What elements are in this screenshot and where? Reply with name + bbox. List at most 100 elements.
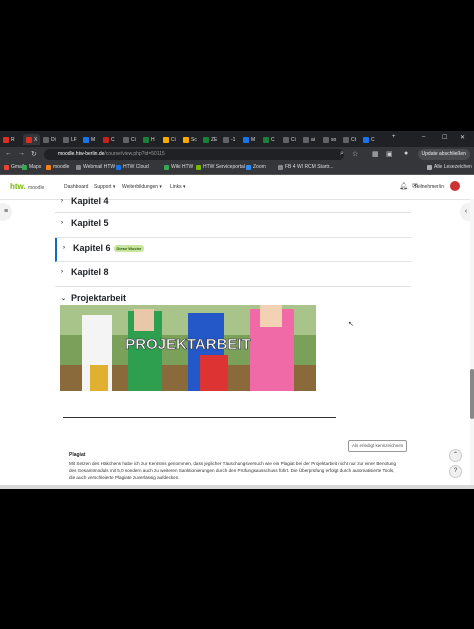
- section-kapitel-4[interactable]: › Kapitel 4: [55, 196, 411, 213]
- bookmarks-bar: Gmail Maps moodle Webmail HTW HTW Cloud Wiki …: [0, 162, 474, 175]
- plagiat-text: Mit Setzen des Häkchens habe ich zur Ken…: [69, 461, 397, 480]
- user-name[interactable]: Teilnehmer/in: [414, 184, 444, 190]
- tab-favicon-icon: [203, 136, 209, 143]
- bookmark-item[interactable]: HTW Serviceportal: [196, 164, 245, 170]
- maximize-icon[interactable]: ☐: [442, 134, 447, 141]
- bookmark-label: HTW Serviceportal: [203, 164, 245, 170]
- chevron-right-icon[interactable]: ›: [61, 198, 63, 204]
- tab-favicon-icon: [323, 136, 329, 143]
- bookmark-label: Zoom: [253, 164, 266, 170]
- tab-label: Ci: [171, 136, 176, 143]
- browser-tab[interactable]: Ct: [343, 134, 356, 145]
- tab-label: ZE: [211, 136, 218, 143]
- star-icon[interactable]: ☆: [352, 150, 358, 158]
- nav-links[interactable]: Links ▾: [170, 184, 186, 190]
- htw-logo[interactable]: htw. moodle: [10, 182, 44, 191]
- chevron-right-icon[interactable]: ›: [63, 245, 65, 251]
- tab-label: X: [34, 136, 38, 143]
- tab-label: Sc: [191, 136, 197, 143]
- chevron-right-icon[interactable]: ›: [61, 269, 63, 275]
- browser-tab[interactable]: M: [83, 134, 95, 145]
- scrollbar-thumb[interactable]: [470, 369, 474, 419]
- browser-tab[interactable]: R: [3, 134, 15, 145]
- browser-tab[interactable]: so: [323, 134, 336, 145]
- tab-favicon-icon: [303, 136, 309, 143]
- section-title[interactable]: Kapitel 4: [71, 196, 109, 206]
- url-path: /course/view.php?id=50115: [104, 151, 165, 157]
- tab-label: R: [11, 136, 15, 143]
- section-title[interactable]: Projektarbeit: [71, 293, 126, 303]
- tab-add-icon[interactable]: +: [392, 134, 396, 140]
- course-index-toggle-icon[interactable]: ≡: [0, 203, 12, 221]
- url-host: moodle.htw-berlin.de: [58, 151, 105, 157]
- back-icon[interactable]: ←: [5, 150, 12, 157]
- mouse-cursor-icon: ↖: [348, 321, 354, 328]
- browser-tab[interactable]: Di: [43, 134, 56, 145]
- section-kapitel-6[interactable]: › Kapitel 6 Diese Woche: [55, 237, 411, 262]
- notification-bell-icon[interactable]: 🔔︎: [399, 182, 408, 190]
- browser-tab[interactable]: ai: [303, 134, 315, 145]
- plagiat-activity: Plagiat Mit Setzen des Häkchens habe ich…: [69, 452, 399, 481]
- reload-icon[interactable]: ↻: [31, 150, 37, 158]
- browser-tab[interactable]: M: [243, 134, 255, 145]
- page-scrollbar[interactable]: [470, 199, 474, 489]
- bookmark-item[interactable]: Webmail HTW: [76, 164, 115, 170]
- user-avatar[interactable]: [450, 181, 460, 191]
- tab-label: Ci: [131, 136, 136, 143]
- chevron-right-icon[interactable]: ›: [61, 220, 63, 226]
- browser-tab[interactable]: Sc: [183, 134, 197, 145]
- tab-favicon-icon: [143, 136, 149, 143]
- bookmark-item[interactable]: Zoom: [246, 164, 266, 170]
- chevron-down-icon[interactable]: ⌄: [61, 295, 66, 302]
- bookmark-item[interactable]: HTW Cloud: [116, 164, 149, 170]
- all-bookmarks[interactable]: Alle Lesezeichen: [427, 164, 472, 170]
- browser-tab[interactable]: H: [143, 134, 155, 145]
- bookmark-label: HTW Cloud: [123, 164, 149, 170]
- tab-favicon-icon: [223, 136, 229, 143]
- browser-window: R X Di LF M C Ci H Ci Sc ZE -1 M C Ci ai so Ct C + – ☐ ✕ ←…: [0, 131, 474, 489]
- section-kapitel-5[interactable]: › Kapitel 5: [55, 213, 411, 238]
- section-title[interactable]: Kapitel 5: [71, 218, 109, 228]
- browser-tab[interactable]: LF: [63, 134, 77, 145]
- logo-text: htw.: [10, 182, 26, 191]
- banner-text: PROJEKTARBEIT: [125, 336, 251, 353]
- scroll-up-icon[interactable]: ⌃: [449, 449, 462, 462]
- bookmark-label: Wiki HTW: [171, 164, 194, 170]
- bookmark-item[interactable]: Wiki HTW: [164, 164, 193, 170]
- browser-tab[interactable]: C: [363, 134, 375, 145]
- browser-tab[interactable]: Ci: [163, 134, 176, 145]
- profile-avatar-icon[interactable]: ●: [404, 150, 408, 157]
- section-title[interactable]: Kapitel 6 Diese Woche: [73, 243, 145, 253]
- url-input[interactable]: moodle.htw-berlin.de/course/view.php?id=…: [44, 149, 344, 160]
- sidepanel-icon[interactable]: ▣: [386, 150, 393, 158]
- section-kapitel-8[interactable]: › Kapitel 8: [55, 262, 411, 287]
- extensions-icon[interactable]: ▦: [372, 150, 379, 158]
- browser-tab[interactable]: X: [23, 134, 41, 145]
- update-button[interactable]: Update abschließen: [417, 149, 470, 160]
- tab-label: C: [271, 136, 275, 143]
- browser-tab[interactable]: Ci: [283, 134, 296, 145]
- help-icon[interactable]: ?: [449, 465, 462, 478]
- browser-tab[interactable]: C: [263, 134, 275, 145]
- browser-tab[interactable]: C: [103, 134, 115, 145]
- bookmark-item[interactable]: moodle: [46, 164, 69, 170]
- browser-tab[interactable]: ZE: [203, 134, 217, 145]
- bookmark-label: Webmail HTW: [83, 164, 116, 170]
- bookmark-item[interactable]: FB 4 WI RCM Startr...: [278, 164, 333, 170]
- browser-tab[interactable]: Ci: [123, 134, 136, 145]
- tab-favicon-icon: [123, 136, 129, 143]
- section-title[interactable]: Kapitel 8: [71, 267, 109, 277]
- nav-support[interactable]: Support ▾: [94, 184, 115, 190]
- tab-label: so: [331, 136, 337, 143]
- minimize-icon[interactable]: –: [422, 134, 425, 140]
- nav-dashboard[interactable]: Dashboard: [64, 184, 88, 190]
- address-bar-row: ← → ↻ moodle.htw-berlin.de/course/view.p…: [0, 147, 474, 162]
- browser-tab[interactable]: -1: [223, 134, 235, 145]
- bookmark-item[interactable]: Maps: [22, 164, 41, 170]
- zoom-icon[interactable]: ⌕: [340, 150, 344, 158]
- forward-icon[interactable]: →: [18, 150, 25, 157]
- tab-label: H: [151, 136, 155, 143]
- mark-as-done-button[interactable]: Als erledigt kennzeichnen: [348, 440, 408, 452]
- nav-weiterbildungen[interactable]: Weiterbildungen ▾: [122, 184, 162, 190]
- close-window-icon[interactable]: ✕: [460, 134, 465, 141]
